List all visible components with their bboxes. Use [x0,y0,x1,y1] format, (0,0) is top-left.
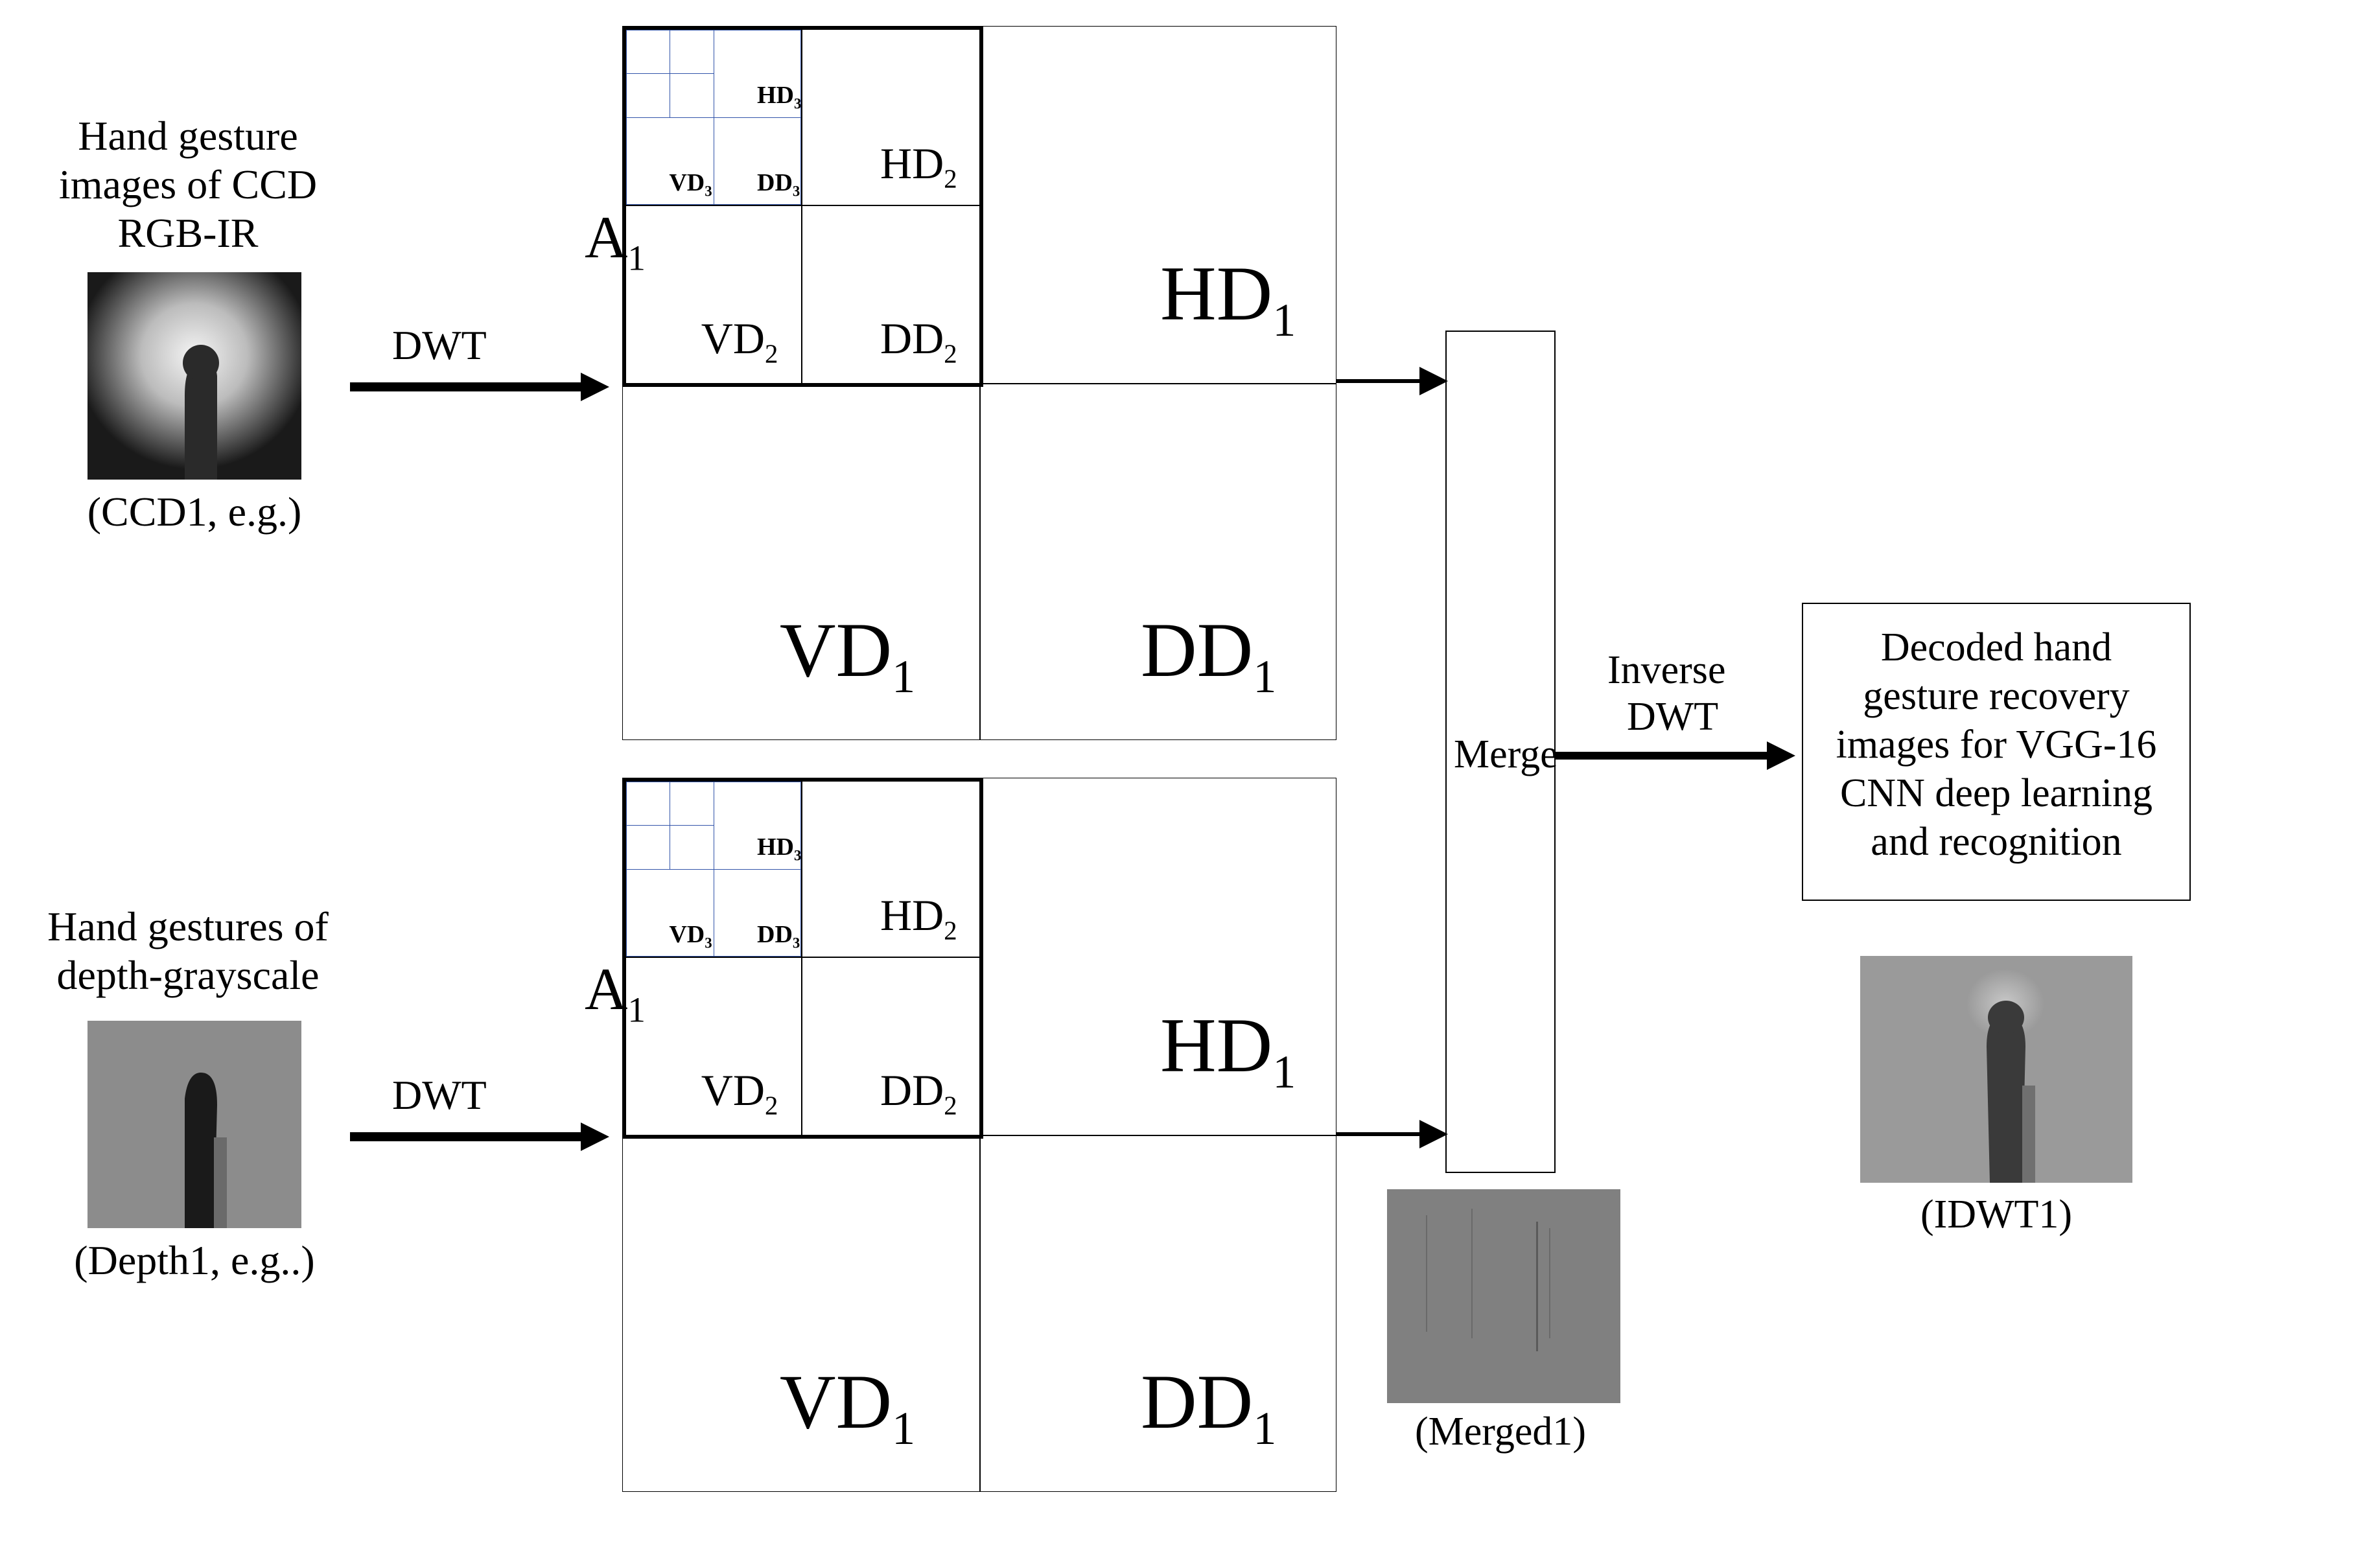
arrow-botgrid-to-merge-head [1419,1120,1448,1148]
arrow-merge-to-output-shaft [1556,752,1769,760]
dwt-top-hd3: HD3 [732,55,801,139]
dwt-top-vd3: VD3 [645,143,712,226]
ccd-image [88,272,301,480]
dwt-bot-vd2: VD2 [658,1017,778,1169]
arrow-merge-to-output-head [1767,741,1795,770]
dwt-top-dd3: DD3 [732,143,800,226]
arrow-topgrid-to-merge-shaft [1336,379,1422,383]
inverse-dwt-line1: Inverse [1607,648,1725,692]
ccd-caption: (CCD1, e.g.) [58,489,331,535]
idwt-image [1860,956,2132,1183]
output-line2: gesture recovery [1808,674,2184,718]
dwt-top-hd2: HD2 [836,91,957,242]
merge-label: Merge [1454,732,1558,776]
depth-title-line1: Hand gestures of [26,904,350,949]
arrow-botgrid-to-merge-shaft [1336,1132,1422,1136]
dwt-label-bottom: DWT [392,1073,487,1118]
dwt-top-l4-h [626,73,714,74]
dwt-top-vd1: VD1 [703,522,915,788]
dwt-bot-a1-label: A1 [528,891,646,1095]
merged-caption: (Merged1) [1371,1410,1630,1454]
dwt-arrow-top-shaft [350,382,583,391]
output-line5: and recognition [1808,820,2184,864]
dwt-bot-l4-h [626,825,714,826]
output-line3: images for VGG-16 [1808,723,2184,767]
dwt-arrow-bottom-head [581,1122,609,1151]
dwt-bot-dd3: DD3 [732,894,800,978]
output-line4: CNN deep learning [1808,771,2184,815]
dwt-top-a1-label: A1 [528,139,646,343]
output-line1: Decoded hand [1808,625,2184,669]
dwt-bot-hd1: HD1 [1082,917,1296,1183]
arrow-topgrid-to-merge-head [1419,367,1448,395]
inverse-dwt-line2: DWT [1627,695,1718,739]
dwt-bot-hd3: HD3 [732,807,801,890]
ccd-title-line2: images of CCD [26,162,350,207]
depth-caption: (Depth1, e.g..) [45,1238,344,1283]
dwt-arrow-top-head [581,373,609,401]
merged-image [1387,1189,1620,1403]
dwt-bot-vd1: VD1 [703,1273,915,1540]
dwt-top-hd1: HD1 [1082,165,1296,432]
dwt-bot-vd3: VD3 [645,894,712,978]
ccd-title-line3: RGB-IR [26,211,350,256]
depth-title-line2: depth-grayscale [26,953,350,998]
diagram-canvas: Hand gesture images of CCD RGB-IR (CCD1,… [0,0,2380,1558]
dwt-arrow-bottom-shaft [350,1132,583,1141]
idwt-caption: (IDWT1) [1841,1192,2152,1237]
dwt-bot-dd2: DD2 [836,1017,957,1169]
depth-image [88,1021,301,1228]
dwt-bot-hd2: HD2 [836,843,957,994]
dwt-top-vd2: VD2 [658,266,778,417]
dwt-bot-dd1: DD1 [1063,1273,1276,1540]
ccd-title-line1: Hand gesture [26,113,350,159]
dwt-top-dd2: DD2 [836,266,957,417]
dwt-top-dd1: DD1 [1063,522,1276,788]
dwt-label-top: DWT [392,323,487,368]
